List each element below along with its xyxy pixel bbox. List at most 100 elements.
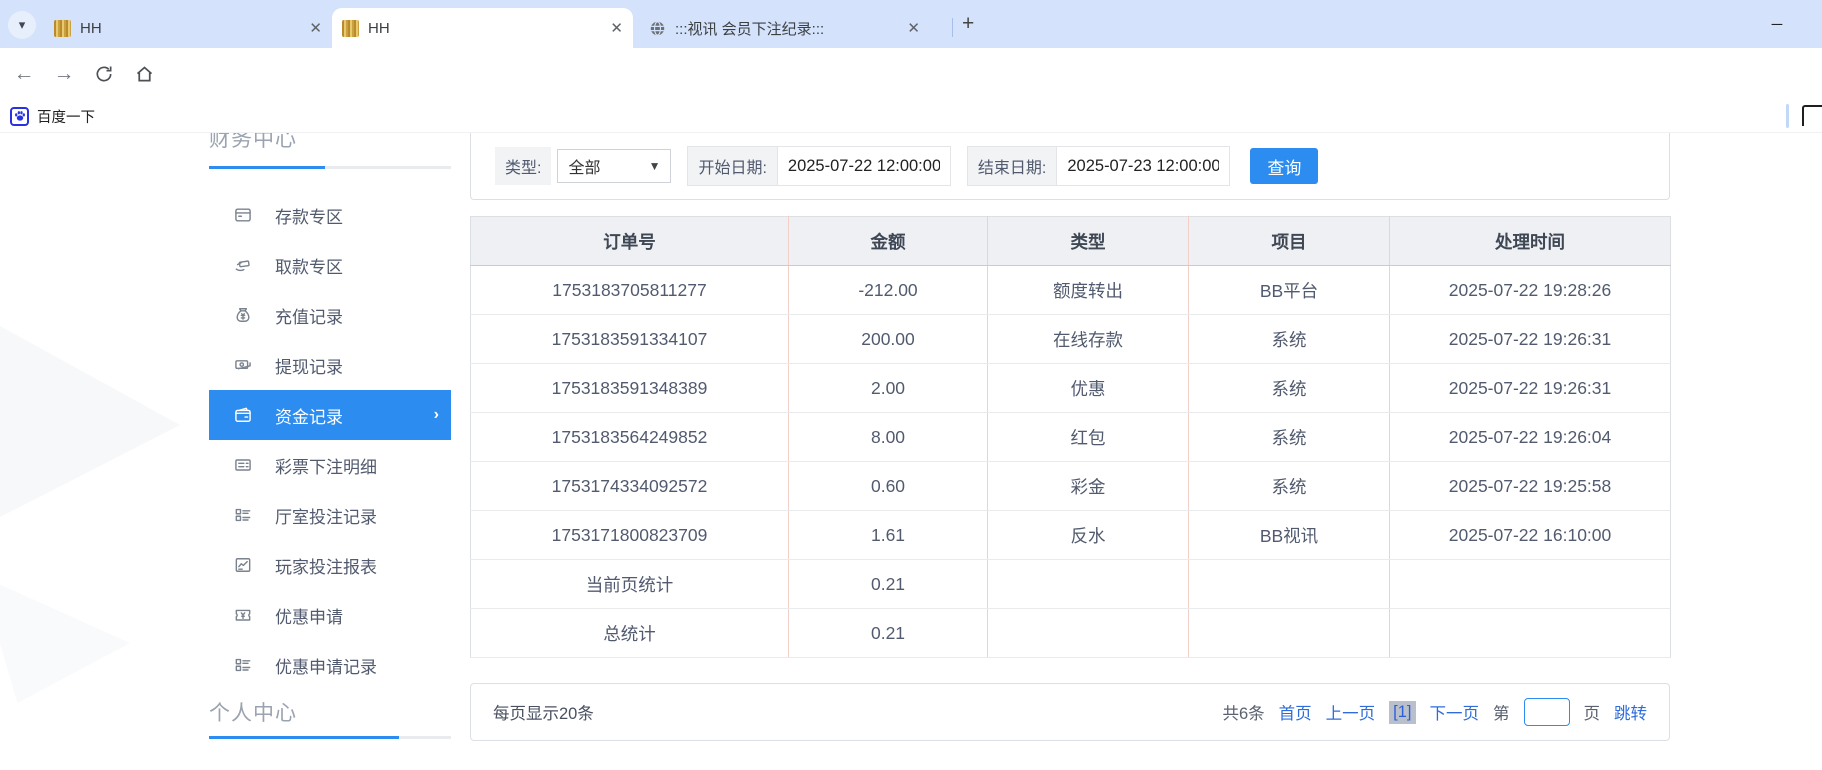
next-page-link[interactable]: 下一页: [1430, 700, 1480, 724]
back-button[interactable]: ←: [8, 58, 40, 90]
decorative-triangle: [0, 293, 180, 533]
tab-close-icon[interactable]: ✕: [907, 19, 920, 37]
table-cell: 2.00: [788, 363, 988, 413]
tab-title: HH: [80, 19, 102, 37]
globe-icon: [649, 20, 666, 37]
start-date-group: 开始日期:: [687, 146, 951, 186]
tab-search-button[interactable]: ▾: [8, 11, 36, 39]
sidebar-section-personal: 个人中心: [209, 697, 451, 739]
prev-page-link[interactable]: 上一页: [1326, 700, 1376, 724]
sidebar-item-label: 优惠申请记录: [275, 657, 377, 677]
table-row: 1753183591334107 200.00 在线存款 系统 2025-07-22 1…: [470, 314, 1671, 364]
table-row: 1753183705811277 -212.00 额度转出 BB平台 2025-07-2…: [470, 265, 1671, 315]
sidebar-item-fund-records[interactable]: 资金记录 ›: [209, 390, 451, 440]
current-page-indicator: [1]: [1389, 700, 1416, 724]
chevron-right-icon: ›: [433, 406, 439, 423]
search-button[interactable]: 查询: [1250, 148, 1319, 184]
tab-close-icon[interactable]: ✕: [309, 19, 322, 37]
coupon-icon: [235, 609, 251, 621]
table-cell: 系统: [1188, 461, 1390, 511]
tab-close-icon[interactable]: ✕: [610, 19, 623, 37]
table-cell: 系统: [1188, 412, 1390, 462]
card-icon: [235, 208, 251, 222]
table-cell: [1389, 559, 1671, 609]
table-cell: 彩金: [987, 461, 1189, 511]
page-jump-input[interactable]: [1523, 698, 1570, 726]
table-cell: 0.21: [788, 608, 988, 658]
table-cell: [987, 608, 1189, 658]
site-favicon: [342, 19, 359, 37]
browser-tab-strip: ▾ HH ✕ HH ✕ :::视讯 会员下注纪录::: ✕ + ─: [0, 0, 1822, 48]
column-header: 处理时间: [1389, 216, 1671, 266]
jump-prefix-label: 第: [1493, 705, 1510, 723]
home-button[interactable]: [128, 58, 160, 90]
sidebar-item-recharge-records[interactable]: 充值记录: [209, 290, 451, 340]
table-cell: 优惠: [987, 363, 1189, 413]
page-size-text: 每页显示20条: [493, 705, 594, 723]
browser-tab-3[interactable]: :::视讯 会员下注纪录::: ✕: [639, 8, 930, 48]
type-label: 类型:: [495, 147, 552, 185]
table-row: 总统计 0.21: [470, 608, 1671, 658]
table-cell: [987, 559, 1189, 609]
column-header: 订单号: [470, 216, 789, 266]
chevron-down-icon: ▼: [648, 159, 661, 173]
browser-tab-1[interactable]: HH ✕: [44, 8, 332, 48]
wallet-icon: [235, 407, 251, 422]
sidebar-item-promo-apply-records[interactable]: 优惠申请记录: [209, 640, 451, 690]
hand-icon: [235, 260, 250, 272]
reload-button[interactable]: [88, 58, 120, 90]
sidebar-item-player-bet-report[interactable]: 玩家投注报表: [209, 540, 451, 590]
table-cell: 2025-07-22 16:10:00: [1389, 510, 1671, 560]
table-row: 1753174334092572 0.60 彩金 系统 2025-07-22 19:25…: [470, 461, 1671, 511]
sidebar-item-label: 优惠申请: [275, 607, 343, 627]
sidebar-item-label: 取款专区: [275, 257, 343, 277]
table-cell: 1753183564249852: [470, 412, 789, 462]
jump-button[interactable]: 跳转: [1614, 700, 1647, 724]
table-cell: 2025-07-22 19:26:04: [1389, 412, 1671, 462]
table-cell: [1389, 608, 1671, 658]
table-cell: 0.60: [788, 461, 988, 511]
sidebar-item-lottery-bet-details[interactable]: 彩票下注明细: [209, 440, 451, 490]
total-count-text: 共6条: [1222, 705, 1265, 723]
bookmarks-folder-icon[interactable]: [1802, 105, 1822, 126]
table-row: 1753171800823709 1.61 反水 BB视讯 2025-07-22 16:…: [470, 510, 1671, 560]
forward-button[interactable]: →: [48, 58, 80, 90]
sidebar-item-label: 提现记录: [275, 357, 343, 377]
table-cell: BB视讯: [1188, 510, 1390, 560]
table-cell: 0.21: [788, 559, 988, 609]
moneybag-icon: [236, 308, 250, 322]
table-cell: 1753183591348389: [470, 363, 789, 413]
section-underline: [209, 736, 451, 739]
sidebar-item-withdraw-zone[interactable]: 取款专区: [209, 240, 451, 290]
table-cell: 1753183705811277: [470, 265, 789, 315]
baidu-paw-icon: [10, 106, 29, 126]
table-row: 当前页统计 0.21: [470, 559, 1671, 609]
table-cell: 2025-07-22 19:28:26: [1389, 265, 1671, 315]
cash-icon: [235, 360, 251, 370]
column-header: 金额: [788, 216, 988, 266]
end-date-input[interactable]: [1057, 149, 1230, 183]
sidebar-item-label: 资金记录: [275, 407, 343, 427]
first-page-link[interactable]: 首页: [1279, 700, 1312, 724]
table-cell: 2025-07-22 19:26:31: [1389, 314, 1671, 364]
table-cell: 系统: [1188, 314, 1390, 364]
bookmark-baidu[interactable]: 百度一下: [10, 103, 95, 129]
table-cell: 红包: [987, 412, 1189, 462]
table-cell: 1753174334092572: [470, 461, 789, 511]
sidebar-item-promo-apply[interactable]: 优惠申请: [209, 590, 451, 640]
browser-tab-2-active[interactable]: HH ✕: [332, 8, 633, 48]
type-select[interactable]: 全部 ▼: [557, 149, 672, 183]
start-date-input[interactable]: [777, 149, 950, 183]
sidebar-item-label: 存款专区: [275, 207, 343, 227]
sidebar-item-withdrawal-records[interactable]: 提现记录: [209, 340, 451, 390]
table-row: 1753183591348389 2.00 优惠 系统 2025-07-22 19:26…: [470, 363, 1671, 413]
window-minimize-button[interactable]: ─: [1762, 11, 1792, 37]
table-cell: 2025-07-22 19:26:31: [1389, 363, 1671, 413]
new-tab-button[interactable]: +: [962, 12, 974, 36]
sidebar-item-label: 彩票下注明细: [275, 457, 377, 477]
sidebar-item-hall-bet-records[interactable]: 厅室投注记录: [209, 490, 451, 540]
sidebar-item-deposit-zone[interactable]: 存款专区: [209, 190, 451, 240]
table-cell: 在线存款: [987, 314, 1189, 364]
main-content: 类型: 全部▼ 开始日期: 结束日期: 查询 订单号金额类型项目处理时间 175…: [470, 133, 1671, 770]
table-row: 1753183564249852 8.00 红包 系统 2025-07-22 19:26…: [470, 412, 1671, 462]
